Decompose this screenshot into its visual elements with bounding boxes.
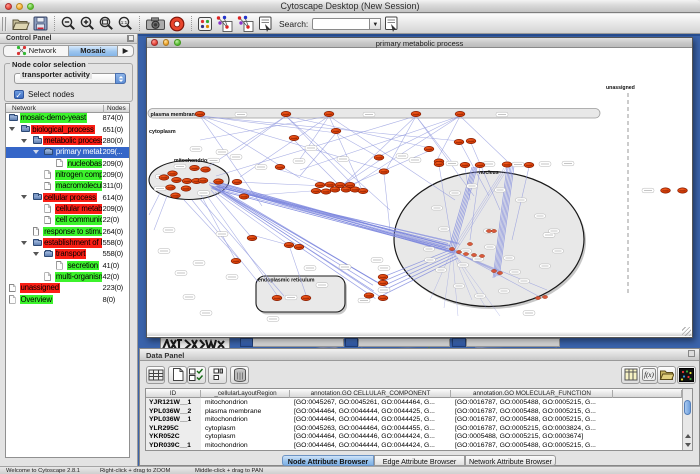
svg-text:nucleus: nucleus <box>479 170 499 176</box>
svg-text:cytoplasm: cytoplasm <box>149 129 176 135</box>
svg-text:1:1: 1:1 <box>121 20 128 25</box>
svg-text:f(x): f(x) <box>644 371 654 379</box>
svg-text:mitochondrion: mitochondrion <box>174 158 210 164</box>
svg-text:plasma membrane: plasma membrane <box>151 112 198 118</box>
svg-text:unassigned: unassigned <box>606 85 635 91</box>
